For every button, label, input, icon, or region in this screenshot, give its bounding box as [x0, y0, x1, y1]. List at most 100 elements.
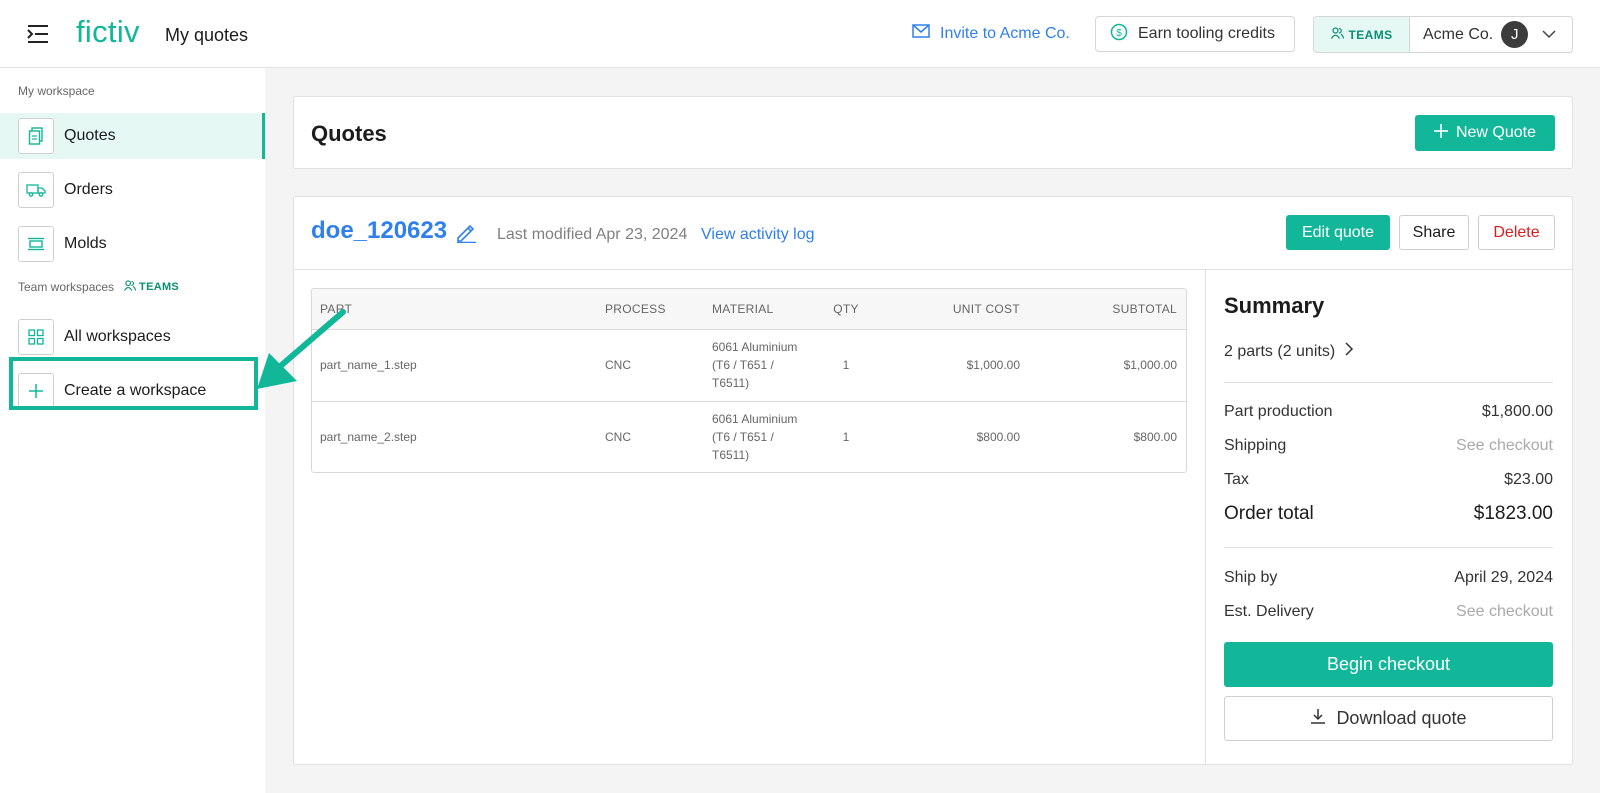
material-text: 6061 Aluminium (T6 / T651 / T6511) [712, 412, 798, 463]
menu-icon[interactable] [26, 24, 50, 44]
grid-icon [18, 319, 54, 355]
team-workspaces-label: Team workspaces [18, 280, 115, 294]
org-name: Acme Co. [1423, 25, 1494, 43]
people-icon [124, 280, 137, 294]
divider [1224, 382, 1553, 383]
download-quote-label: Download quote [1336, 708, 1467, 728]
order-total-value: $1823.00 [1473, 503, 1553, 524]
tax-value: $23.00 [1504, 471, 1553, 488]
sidebar-item-label: Quotes [64, 127, 116, 144]
avatar[interactable]: J [1501, 21, 1529, 48]
summary-title: Summary [1224, 293, 1325, 318]
column-header-material: MATERIAL [712, 289, 807, 330]
shipping-row: Shipping See checkout [1224, 437, 1553, 455]
process-cell: CNC [605, 329, 712, 402]
quotes-header-panel: Quotes New Quote [293, 96, 1573, 169]
qty-cell: 1 [807, 329, 885, 402]
sidebar: My workspace Quotes Orders Molds Team wo… [0, 68, 265, 793]
parts-table: PART PROCESS MATERIAL QTY UNIT COST SUBT… [311, 288, 1187, 473]
quote-card: doe_120623 Last modified Apr 23, 2024 Vi… [293, 196, 1573, 765]
delivery-row: Est. Delivery See checkout [1224, 603, 1553, 621]
sidebar-item-label: Molds [64, 235, 107, 252]
shipping-label: Shipping [1224, 437, 1287, 454]
sidebar-item-label: Orders [64, 181, 113, 198]
team-workspaces-section: Team workspaces TEAMS [18, 280, 179, 294]
ship-by-row: Ship by April 29, 2024 [1224, 569, 1553, 587]
earn-credits-button[interactable]: $ Earn tooling credits [1095, 16, 1295, 52]
part-production-value: $1,800.00 [1481, 403, 1553, 420]
parts-count-link[interactable]: 2 parts (2 units) [1224, 342, 1354, 361]
column-header-part: PART [312, 289, 605, 330]
sidebar-item-label: Create a workspace [64, 382, 207, 399]
top-bar: fictiv My quotes Invite to Acme Co. $ Ea… [0, 0, 1600, 68]
column-header-qty: QTY [807, 289, 885, 330]
ship-by-value: April 29, 2024 [1454, 569, 1553, 586]
part-production-row: Part production $1,800.00 [1224, 403, 1553, 421]
teams-badge: TEAMS [124, 280, 179, 294]
pencil-icon[interactable] [455, 221, 477, 248]
my-workspace-label: My workspace [18, 84, 95, 98]
table-header-row: PART PROCESS MATERIAL QTY UNIT COST SUBT… [312, 289, 1186, 330]
process-cell: CNC [605, 430, 631, 445]
invite-label: Invite to Acme Co. [940, 24, 1070, 42]
order-total-row: Order total $1823.00 [1224, 503, 1553, 525]
begin-checkout-button[interactable]: Begin checkout [1224, 642, 1553, 687]
truck-icon [18, 172, 54, 208]
mold-icon [18, 226, 54, 262]
material-cell: 6061 Aluminium (T6 / T651 / T6511) [712, 329, 807, 402]
summary-panel: Summary 2 parts (2 units) Part productio… [1205, 270, 1573, 765]
sidebar-item-all-workspaces[interactable]: All workspaces [0, 314, 265, 360]
view-activity-log-link[interactable]: View activity log [701, 226, 815, 244]
divider [1224, 547, 1553, 548]
sidebar-item-label: All workspaces [64, 328, 171, 345]
part-name-cell: part_name_2.step [320, 430, 417, 445]
column-header-subtotal: SUBTOTAL [1020, 289, 1186, 330]
shipping-value: See checkout [1456, 437, 1553, 454]
quote-name: doe_120623 [311, 217, 448, 244]
invite-link[interactable]: Invite to Acme Co. [912, 24, 1070, 43]
order-total-label: Order total [1224, 503, 1314, 524]
new-quote-button[interactable]: New Quote [1415, 115, 1555, 151]
new-quote-label: New Quote [1455, 124, 1537, 141]
part-name-cell: part_name_1.step [312, 329, 605, 402]
page-title: Quotes [311, 121, 387, 146]
share-button[interactable]: Share [1399, 215, 1469, 250]
subtotal-cell: $800.00 [1133, 430, 1177, 445]
sidebar-item-quotes[interactable]: Quotes [0, 113, 265, 159]
delete-button[interactable]: Delete [1478, 215, 1555, 250]
fictiv-logo[interactable]: fictiv [76, 14, 140, 50]
svg-text:$: $ [1116, 28, 1122, 39]
unit-cost-cell: $800.00 [976, 430, 1020, 445]
chevron-right-icon [1345, 342, 1354, 361]
column-header-process: PROCESS [605, 289, 712, 330]
people-icon [1330, 27, 1344, 42]
unit-cost-cell: $1,000.00 [885, 329, 1020, 402]
download-quote-button[interactable]: Download quote [1224, 696, 1553, 741]
tax-label: Tax [1224, 471, 1249, 488]
last-modified-text: Last modified Apr 23, 2024 [497, 226, 688, 243]
document-icon [18, 118, 54, 154]
tax-row: Tax $23.00 [1224, 471, 1553, 489]
edit-quote-button[interactable]: Edit quote [1286, 215, 1390, 250]
plus-icon [1433, 123, 1448, 143]
sidebar-item-molds[interactable]: Molds [0, 221, 265, 267]
subtotal-cell: $1,000.00 [1020, 329, 1186, 402]
sidebar-item-create-workspace[interactable]: Create a workspace [0, 368, 265, 414]
table-row[interactable]: part_name_2.step CNC 6061 Aluminium (T6 … [312, 401, 1186, 472]
page-heading: My quotes [165, 25, 249, 45]
quote-toolbar: doe_120623 Last modified Apr 23, 2024 Vi… [294, 197, 1572, 270]
org-selector[interactable]: Acme Co. J [1410, 17, 1572, 52]
team-switcher[interactable]: TEAMS Acme Co. J [1313, 16, 1573, 53]
mail-icon [912, 24, 930, 43]
download-icon [1310, 708, 1326, 729]
plus-icon [18, 373, 54, 409]
material-text: 6061 Aluminium (T6 / T651 / T6511) [712, 340, 798, 390]
sidebar-item-orders[interactable]: Orders [0, 167, 265, 213]
table-row[interactable]: part_name_1.step CNC 6061 Aluminium (T6 … [312, 329, 1186, 402]
parts-count-label: 2 parts (2 units) [1224, 342, 1336, 360]
teams-badge: TEAMS [1314, 17, 1410, 52]
teams-tag-label: TEAMS [139, 281, 180, 293]
part-production-label: Part production [1224, 403, 1333, 420]
chevron-down-icon[interactable] [1542, 26, 1556, 44]
delivery-value: See checkout [1456, 603, 1553, 620]
